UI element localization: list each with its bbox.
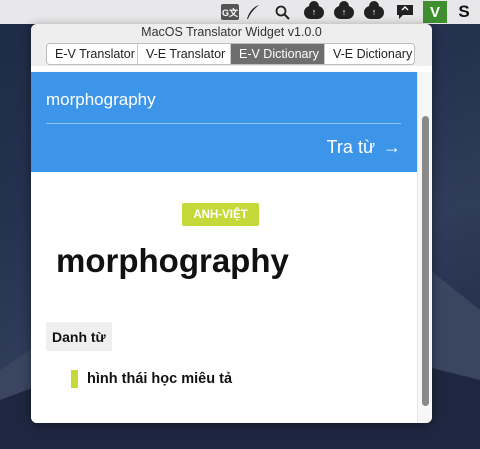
sense-item: hình thái học miêu tả xyxy=(71,370,232,388)
tab-ve-translator[interactable]: V-E Translator xyxy=(138,44,231,64)
scrollbar[interactable] xyxy=(417,72,432,423)
quill-icon[interactable] xyxy=(243,2,263,22)
tab-ve-dictionary[interactable]: V-E Dictionary xyxy=(325,44,414,64)
search-panel: morphography Tra từ → xyxy=(31,72,417,172)
sense-text: hình thái học miêu tả xyxy=(87,371,233,387)
tab-ev-dictionary[interactable]: E-V Dictionary xyxy=(231,44,325,64)
arrow-right-icon: → xyxy=(383,137,401,157)
google-translate-icon[interactable]: G文 xyxy=(219,2,241,22)
headword: morphography xyxy=(56,242,289,279)
part-of-speech: Danh từ xyxy=(46,322,112,351)
s-icon[interactable]: S xyxy=(453,2,475,22)
input-underline xyxy=(46,123,401,124)
scrollbar-thumb[interactable] xyxy=(422,116,429,406)
lookup-button-label: Tra từ xyxy=(326,137,375,157)
dictionary-badge: ANH-VIỆT xyxy=(182,203,259,226)
window-title: MacOS Translator Widget v1.0.0 xyxy=(141,25,322,39)
cloud-upload-icon[interactable]: ↑ xyxy=(302,0,326,22)
menu-bar: G文 ↑ ↑ ↑ V S xyxy=(0,0,480,24)
tab-ev-translator[interactable]: E-V Translator xyxy=(47,44,138,64)
tab-bar: E-V Translator V-E Translator E-V Dictio… xyxy=(46,43,415,65)
speech-bubble-icon[interactable] xyxy=(393,2,417,22)
vocabulary-v-icon[interactable]: V xyxy=(423,1,447,23)
lookup-button[interactable]: Tra từ → xyxy=(327,137,401,158)
search-input[interactable]: morphography xyxy=(46,90,401,110)
title-bar: MacOS Translator Widget v1.0.0 E-V Trans… xyxy=(31,24,432,66)
cloud-upload-icon[interactable]: ↑ xyxy=(362,0,386,22)
result-content: ANH-VIỆT morphography Danh từ hình thái … xyxy=(31,172,417,423)
cloud-upload-icon[interactable]: ↑ xyxy=(332,0,356,22)
sense-marker xyxy=(71,370,78,388)
translator-popover: MacOS Translator Widget v1.0.0 E-V Trans… xyxy=(31,24,432,423)
search-icon[interactable] xyxy=(272,2,292,22)
